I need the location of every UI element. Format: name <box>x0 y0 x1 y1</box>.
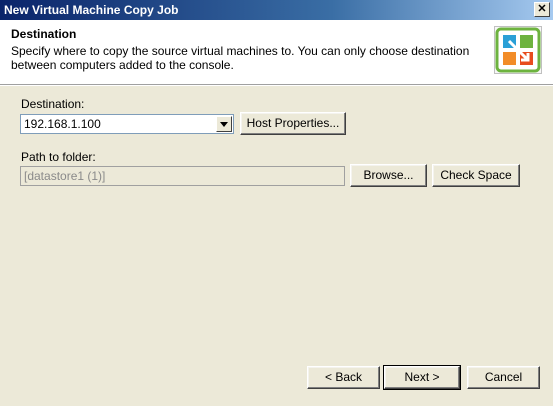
wizard-header: Destination Specify where to copy the so… <box>0 20 553 84</box>
next-button[interactable]: Next > <box>383 365 461 390</box>
host-properties-button[interactable]: Host Properties... <box>240 112 346 135</box>
close-button[interactable]: ✕ <box>534 2 550 17</box>
chevron-down-icon <box>220 122 228 127</box>
path-input <box>21 167 344 185</box>
window-title: New Virtual Machine Copy Job <box>4 3 179 17</box>
browse-button[interactable]: Browse... <box>350 164 427 187</box>
back-button[interactable]: < Back <box>307 366 380 389</box>
step-description: Specify where to copy the source virtual… <box>11 44 470 72</box>
destination-label: Destination: <box>21 97 85 111</box>
check-space-button[interactable]: Check Space <box>432 164 520 187</box>
path-field <box>20 166 345 186</box>
step-heading: Destination <box>11 27 77 41</box>
dropdown-arrow-button[interactable] <box>216 116 232 132</box>
cancel-button[interactable]: Cancel <box>467 366 540 389</box>
path-label: Path to folder: <box>21 150 96 164</box>
close-icon: ✕ <box>537 3 547 15</box>
destination-value: 192.168.1.100 <box>24 117 101 131</box>
copy-job-wizard-icon <box>494 26 542 74</box>
title-bar: New Virtual Machine Copy Job ✕ <box>0 0 553 20</box>
destination-dropdown[interactable]: 192.168.1.100 <box>20 114 234 134</box>
